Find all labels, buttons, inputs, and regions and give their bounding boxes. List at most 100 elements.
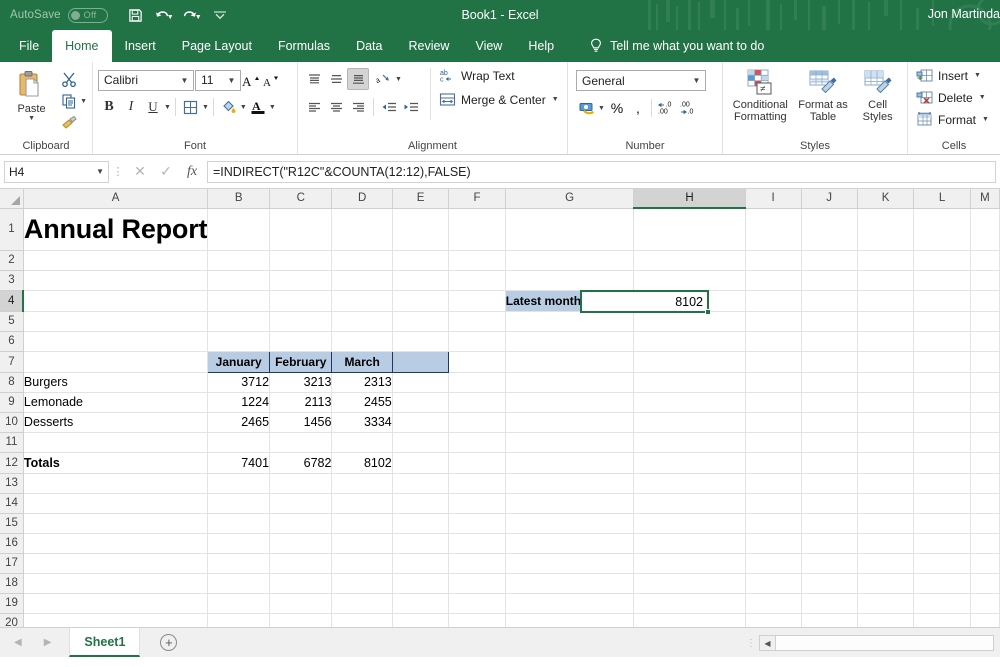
cell-K18[interactable] (857, 573, 915, 594)
wrap-text-button[interactable]: ab c Wrap Text (439, 68, 559, 84)
cell-F3[interactable] (448, 270, 506, 291)
cell-C16[interactable] (269, 533, 333, 554)
row-header-9[interactable]: 9 (0, 392, 24, 413)
cell-A13[interactable] (23, 473, 209, 494)
cell-L10[interactable] (913, 412, 971, 433)
cell-F18[interactable] (448, 573, 506, 594)
borders-button[interactable] (180, 96, 202, 118)
cell-F13[interactable] (448, 473, 506, 494)
font-name-dropdown-icon[interactable]: ▼ (176, 76, 193, 85)
copy-button[interactable] (58, 90, 80, 112)
column-header-A[interactable]: A (23, 189, 209, 209)
cell-B1[interactable] (207, 208, 271, 251)
cell-F19[interactable] (448, 593, 506, 614)
cell-M7[interactable] (970, 351, 1000, 373)
account-name[interactable]: Jon Martinda (928, 7, 1000, 21)
cell-L18[interactable] (913, 573, 971, 594)
cell-I4[interactable] (745, 290, 802, 312)
cell-A15[interactable] (23, 513, 209, 534)
cell-G6[interactable] (505, 331, 635, 352)
cell-H14[interactable] (633, 493, 746, 514)
column-header-B[interactable]: B (207, 189, 271, 209)
cell-F10[interactable] (448, 412, 506, 433)
cell-F7[interactable] (448, 351, 506, 373)
underline-dropdown-icon[interactable]: ▼ (164, 104, 171, 111)
cell-C7[interactable]: February (269, 350, 333, 373)
cell-D8[interactable]: 2313 (331, 372, 393, 393)
row-header-3[interactable]: 3 (0, 270, 24, 291)
cell-E9[interactable] (392, 392, 450, 413)
cell-B9[interactable]: 1224 (207, 392, 271, 413)
cell-M11[interactable] (970, 432, 1000, 453)
cell-K20[interactable] (857, 613, 915, 627)
cell-M15[interactable] (970, 513, 1000, 534)
cell-H3[interactable] (633, 270, 746, 291)
cell-I19[interactable] (745, 593, 802, 614)
cell-F6[interactable] (448, 331, 506, 352)
cell-I20[interactable] (745, 613, 802, 627)
cell-E20[interactable] (392, 613, 450, 627)
cell-K17[interactable] (857, 553, 915, 574)
cell-H12[interactable] (633, 452, 746, 474)
column-header-H[interactable]: H (633, 189, 746, 209)
cell-C2[interactable] (269, 250, 333, 271)
undo-icon[interactable]: ▼ (150, 3, 178, 27)
cell-D2[interactable] (331, 250, 393, 271)
cell-C10[interactable]: 1456 (269, 412, 333, 433)
cell-M6[interactable] (970, 331, 1000, 352)
cell-L9[interactable] (913, 392, 971, 413)
cell-H7[interactable] (633, 351, 746, 373)
fill-color-button[interactable] (218, 96, 240, 118)
bold-button[interactable]: B (98, 96, 120, 118)
cell-J3[interactable] (801, 270, 858, 291)
cell-H1[interactable] (633, 208, 746, 251)
cell-K5[interactable] (857, 311, 915, 332)
decrease-indent-button[interactable] (378, 96, 400, 118)
cell-M10[interactable] (970, 412, 1000, 433)
cell-J13[interactable] (801, 473, 858, 494)
cell-B3[interactable] (207, 270, 271, 291)
cell-H19[interactable] (633, 593, 746, 614)
cell-E14[interactable] (392, 493, 450, 514)
cell-D12[interactable]: 8102 (331, 452, 393, 474)
cell-C19[interactable] (269, 593, 333, 614)
cell-styles-button[interactable]: Cell Styles (855, 66, 901, 123)
cell-D15[interactable] (331, 513, 393, 534)
name-box-dropdown-icon[interactable]: ▼ (96, 167, 104, 176)
format-cells-button[interactable]: Format ▼ (916, 112, 989, 127)
cell-K19[interactable] (857, 593, 915, 614)
cell-L14[interactable] (913, 493, 971, 514)
row-header-2[interactable]: 2 (0, 250, 24, 271)
font-size-dropdown-icon[interactable]: ▼ (223, 76, 240, 85)
next-sheet-icon[interactable]: ▶ (44, 637, 52, 648)
cell-E19[interactable] (392, 593, 450, 614)
cell-J18[interactable] (801, 573, 858, 594)
cell-B17[interactable] (207, 553, 271, 574)
cell-C12[interactable]: 6782 (269, 452, 333, 474)
cell-F15[interactable] (448, 513, 506, 534)
row-header-20[interactable]: 20 (0, 613, 24, 627)
cell-B4[interactable] (207, 290, 271, 312)
percent-style-button[interactable]: % (605, 97, 629, 119)
cell-H9[interactable] (633, 392, 746, 413)
scroll-left-icon[interactable]: ◀ (759, 635, 776, 651)
tab-insert[interactable]: Insert (112, 30, 169, 62)
tab-formulas[interactable]: Formulas (265, 30, 343, 62)
sheet-tab-sheet1[interactable]: Sheet1 (69, 628, 141, 657)
column-header-C[interactable]: C (269, 189, 333, 209)
cell-F17[interactable] (448, 553, 506, 574)
cell-L1[interactable] (913, 208, 971, 251)
copy-dropdown-icon[interactable]: ▼ (80, 98, 87, 105)
cell-G5[interactable] (505, 311, 635, 332)
font-name-combo[interactable]: Calibri ▼ (98, 69, 194, 91)
add-sheet-icon[interactable]: + (160, 634, 178, 651)
cell-C4[interactable] (269, 290, 333, 312)
row-header-6[interactable]: 6 (0, 331, 24, 352)
cell-L16[interactable] (913, 533, 971, 554)
cell-H15[interactable] (633, 513, 746, 534)
cell-G13[interactable] (505, 473, 635, 494)
cell-E18[interactable] (392, 573, 450, 594)
column-header-J[interactable]: J (801, 189, 858, 209)
cell-D13[interactable] (331, 473, 393, 494)
cell-D10[interactable]: 3334 (331, 412, 393, 433)
